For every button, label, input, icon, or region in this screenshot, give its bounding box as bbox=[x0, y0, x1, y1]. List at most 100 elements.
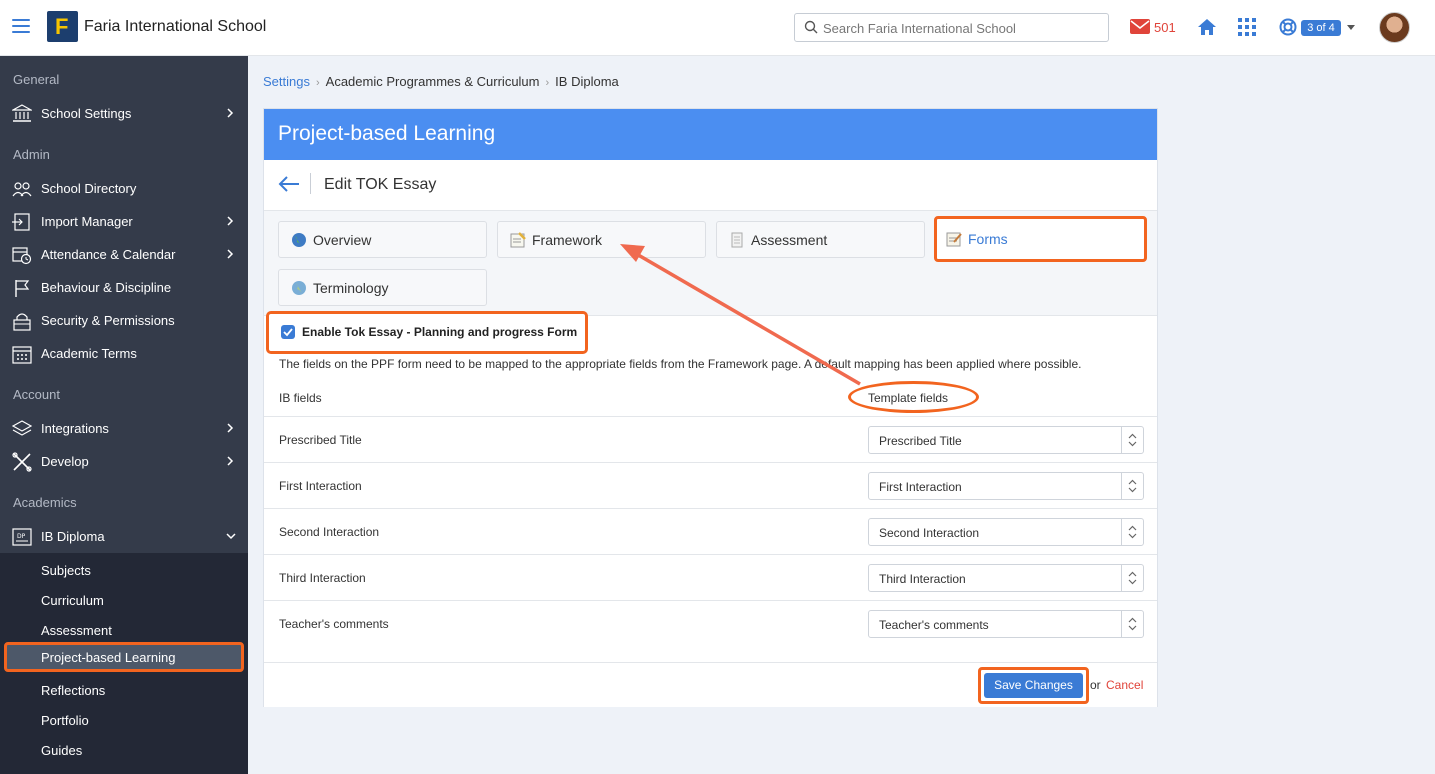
template-field-select[interactable]: Teacher's comments bbox=[868, 610, 1144, 638]
breadcrumb-separator: › bbox=[315, 77, 320, 89]
section-general: General bbox=[13, 72, 60, 87]
svg-text:DP: DP bbox=[17, 533, 26, 540]
select-spinner-icon bbox=[1121, 473, 1143, 499]
breadcrumb-current: IB Diploma bbox=[555, 74, 619, 89]
section-admin: Admin bbox=[13, 147, 50, 162]
lock-icon bbox=[13, 313, 31, 331]
tab-framework[interactable]: Framework bbox=[497, 221, 706, 258]
cancel-link[interactable]: Cancel bbox=[1106, 678, 1143, 692]
template-field-select[interactable]: Second Interaction bbox=[868, 518, 1144, 546]
table-row: Second Interaction Second Interaction bbox=[264, 508, 1157, 554]
enable-form-checkbox[interactable] bbox=[281, 325, 295, 339]
tab-terminology[interactable]: Terminology bbox=[278, 269, 487, 306]
flag-icon bbox=[15, 280, 30, 297]
save-changes-button[interactable]: Save Changes bbox=[984, 673, 1083, 698]
mail-count[interactable]: 501 bbox=[1154, 20, 1176, 35]
notepad-icon bbox=[510, 232, 526, 248]
select-spinner-icon bbox=[1121, 427, 1143, 453]
table-row: First Interaction First Interaction bbox=[264, 462, 1157, 508]
mail-icon[interactable] bbox=[1130, 19, 1150, 34]
breadcrumb: Settings › Academic Programmes & Curriculu… bbox=[263, 74, 619, 89]
layers-icon bbox=[12, 420, 32, 436]
tab-assessment[interactable]: Assessment bbox=[716, 221, 925, 258]
sidebar-item-academic-terms[interactable]: Academic Terms bbox=[0, 337, 248, 370]
sidebar-item-label: School Settings bbox=[41, 106, 132, 121]
users-icon bbox=[12, 182, 32, 197]
template-field-select[interactable]: Prescribed Title bbox=[868, 426, 1144, 454]
sidebar-subitem-portfolio[interactable]: Portfolio bbox=[0, 705, 248, 735]
sidebar-subitem-subjects[interactable]: Subjects bbox=[0, 555, 248, 585]
chevron-down-icon bbox=[226, 533, 236, 540]
avatar[interactable] bbox=[1379, 12, 1410, 43]
tab-overview[interactable]: Overview bbox=[278, 221, 487, 258]
select-spinner-icon bbox=[1121, 565, 1143, 591]
globe-icon bbox=[292, 233, 306, 247]
menu-icon[interactable] bbox=[12, 19, 30, 35]
tools-icon bbox=[12, 452, 32, 472]
dp-icon: DP bbox=[12, 528, 32, 546]
sidebar-item-label: Integrations bbox=[41, 421, 109, 436]
highlight-oval bbox=[848, 381, 979, 413]
sidebar: General School Settings Admin School Dir… bbox=[0, 56, 248, 774]
template-field-select[interactable]: First Interaction bbox=[868, 472, 1144, 500]
breadcrumb-curriculum[interactable]: Academic Programmes & Curriculum bbox=[326, 74, 540, 89]
or-text: or bbox=[1090, 678, 1101, 692]
sidebar-item-label: Behaviour & Discipline bbox=[41, 280, 172, 295]
back-arrow-icon[interactable] bbox=[278, 175, 300, 193]
sidebar-subitem-curriculum[interactable]: Curriculum bbox=[0, 585, 248, 615]
pager-badge[interactable]: 3 of 4 bbox=[1301, 20, 1341, 36]
ib-field-label: Teacher's comments bbox=[279, 617, 389, 631]
ib-field-label: Prescribed Title bbox=[279, 433, 362, 447]
chevron-right-icon bbox=[227, 456, 234, 466]
school-name[interactable]: Faria International School bbox=[84, 18, 266, 36]
search-input[interactable] bbox=[823, 18, 1098, 38]
sidebar-item-develop[interactable]: Develop bbox=[0, 445, 248, 478]
sidebar-item-label: Attendance & Calendar bbox=[41, 247, 176, 262]
tab-forms[interactable]: Forms bbox=[934, 216, 1147, 262]
document-icon bbox=[731, 232, 743, 248]
section-account: Account bbox=[13, 387, 60, 402]
edit-title: Edit TOK Essay bbox=[324, 176, 437, 193]
calendar-icon bbox=[12, 346, 32, 364]
apps-grid-icon[interactable] bbox=[1238, 18, 1256, 36]
template-field-select[interactable]: Third Interaction bbox=[868, 564, 1144, 592]
sidebar-item-label: Academic Terms bbox=[41, 346, 137, 361]
table-row: Prescribed Title Prescribed Title bbox=[264, 416, 1157, 462]
sidebar-subitem-project-based-learning[interactable]: Project-based Learning bbox=[4, 642, 244, 672]
chevron-right-icon bbox=[227, 423, 234, 433]
sidebar-item-integrations[interactable]: Integrations bbox=[0, 412, 248, 445]
sidebar-subitem-assessment[interactable]: Assessment bbox=[0, 615, 248, 645]
sidebar-item-label: Import Manager bbox=[41, 214, 133, 229]
search-icon bbox=[804, 20, 818, 34]
memo-icon bbox=[946, 232, 962, 247]
calendar-clock-icon bbox=[12, 247, 32, 265]
school-logo[interactable]: F bbox=[47, 11, 78, 42]
chevron-right-icon bbox=[227, 216, 234, 226]
section-academics: Academics bbox=[13, 495, 77, 510]
sidebar-item-behaviour[interactable]: Behaviour & Discipline bbox=[0, 271, 248, 304]
tabs-area: Overview Framework Assessment Forms Term… bbox=[264, 210, 1157, 316]
save-highlight: Save Changes bbox=[978, 667, 1089, 704]
lifebuoy-icon[interactable] bbox=[1279, 18, 1297, 36]
home-icon[interactable] bbox=[1197, 17, 1217, 37]
sidebar-item-security[interactable]: Security & Permissions bbox=[0, 304, 248, 337]
search-box[interactable] bbox=[794, 13, 1109, 42]
sidebar-item-import-manager[interactable]: Import Manager bbox=[0, 205, 248, 238]
breadcrumb-settings[interactable]: Settings bbox=[263, 74, 310, 89]
enable-form-option: Enable Tok Essay - Planning and progress… bbox=[266, 311, 588, 354]
sidebar-item-school-directory[interactable]: School Directory bbox=[0, 172, 248, 205]
ib-field-label: Second Interaction bbox=[279, 525, 380, 539]
ib-field-label: Third Interaction bbox=[279, 571, 366, 585]
breadcrumb-separator: › bbox=[545, 77, 550, 89]
chevron-down-icon[interactable] bbox=[1347, 25, 1355, 30]
sidebar-subitem-guides[interactable]: Guides bbox=[0, 735, 248, 765]
select-spinner-icon bbox=[1121, 611, 1143, 637]
mapping-help-text: The fields on the PPF form need to be ma… bbox=[279, 357, 1082, 371]
select-spinner-icon bbox=[1121, 519, 1143, 545]
enable-form-label[interactable]: Enable Tok Essay - Planning and progress… bbox=[302, 325, 577, 339]
sidebar-item-attendance[interactable]: Attendance & Calendar bbox=[0, 238, 248, 271]
sidebar-subitem-reflections[interactable]: Reflections bbox=[0, 675, 248, 705]
sidebar-item-ib-diploma[interactable]: DP IB Diploma bbox=[0, 520, 248, 553]
globe-icon bbox=[292, 281, 306, 295]
sidebar-item-school-settings[interactable]: School Settings bbox=[0, 97, 248, 130]
